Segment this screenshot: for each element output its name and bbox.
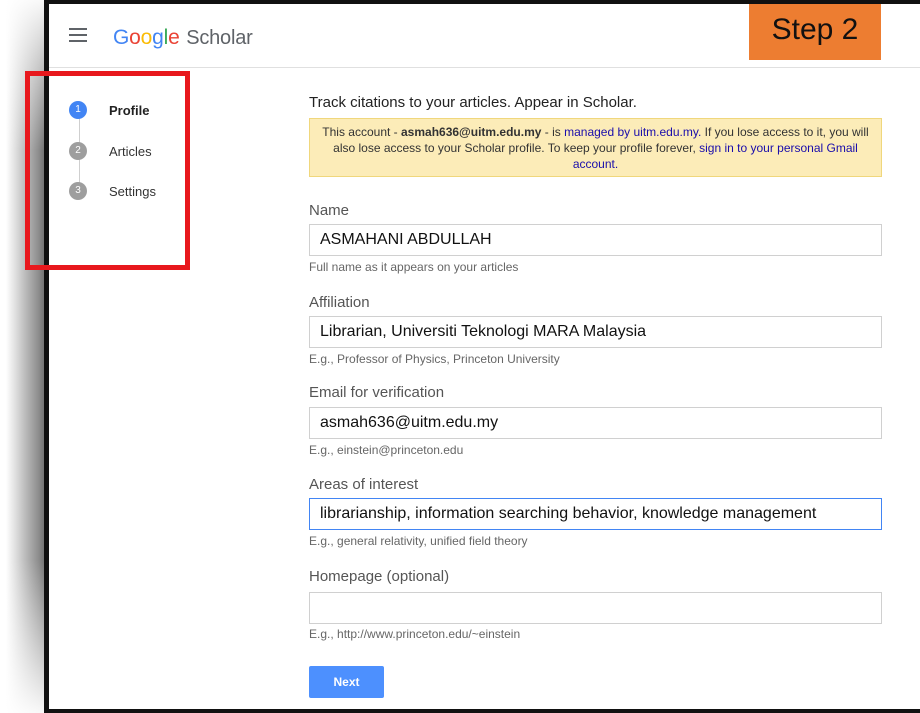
step-label: Settings [109, 183, 156, 199]
interests-field[interactable]: librarianship, information searching beh… [309, 498, 882, 530]
interests-help: E.g., general relativity, unified field … [309, 534, 528, 548]
homepage-label: Homepage (optional) [309, 568, 450, 585]
managed-account-notice: This account - asmah636@uitm.edu.my - is… [309, 118, 882, 177]
affiliation-field[interactable]: Librarian, Universiti Teknologi MARA Mal… [309, 316, 882, 348]
step-number-badge: 2 [69, 142, 87, 160]
scholar-header: Google Scholar Step 2 [49, 4, 920, 68]
interests-label: Areas of interest [309, 476, 419, 493]
intro-text: Track citations to your articles. Appear… [309, 94, 637, 111]
next-button[interactable]: Next [309, 666, 384, 698]
browser-screen: Google Scholar Step 2 1 Profile 2 Articl… [25, 0, 920, 713]
step-label: Profile [109, 102, 150, 118]
step-banner: Step 2 [749, 4, 881, 60]
step-articles[interactable]: 2 Articles [69, 141, 152, 161]
name-field[interactable]: ASMAHANI ABDULLAH [309, 224, 882, 256]
google-scholar-logo[interactable]: Google Scholar [113, 26, 253, 50]
logo-scholar-text: Scholar [186, 27, 253, 49]
homepage-field[interactable] [309, 592, 882, 624]
step-number-badge: 3 [69, 182, 87, 200]
name-label: Name [309, 202, 350, 219]
affiliation-help: E.g., Professor of Physics, Princeton Un… [309, 352, 560, 366]
homepage-help: E.g., http://www.princeton.edu/~einstein [309, 627, 521, 641]
affiliation-label: Affiliation [309, 294, 370, 311]
step-profile[interactable]: 1 Profile [69, 100, 149, 120]
step-number-badge: 1 [69, 101, 87, 119]
email-label: Email for verification [309, 384, 445, 401]
hamburger-menu-icon[interactable] [69, 28, 87, 42]
name-help: Full name as it appears on your articles [309, 260, 519, 274]
email-help: E.g., einstein@princeton.edu [309, 443, 464, 457]
step-settings[interactable]: 3 Settings [69, 181, 156, 201]
notice-email: asmah636@uitm.edu.my [401, 125, 542, 139]
email-field[interactable]: asmah636@uitm.edu.my [309, 407, 882, 439]
managed-by-link[interactable]: managed by uitm.edu.my. [564, 125, 701, 139]
step-label: Articles [109, 143, 152, 159]
